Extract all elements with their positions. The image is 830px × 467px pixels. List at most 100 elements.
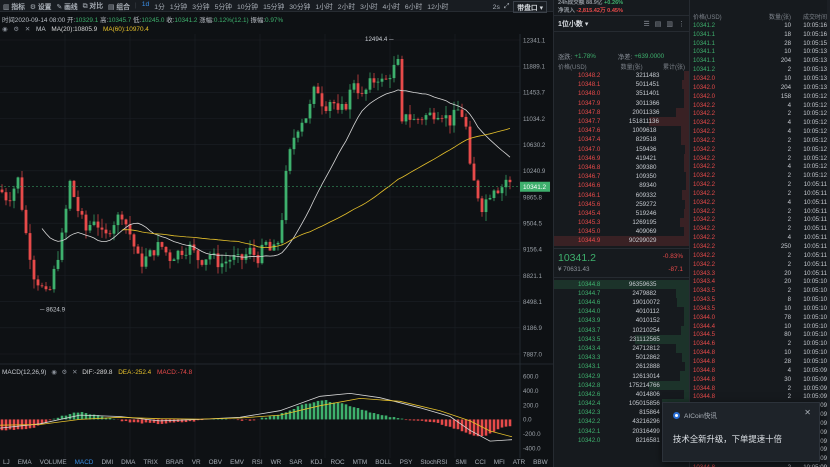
ma60-line [121,128,511,248]
indicator-tab-rsi[interactable]: RSI [252,459,263,466]
ask-row[interactable]: 10347.0 15 9436 [554,144,689,154]
ask-row[interactable]: 10347.8 200 11336 [554,107,689,117]
ask-row[interactable]: 10347.6 100 9618 [554,126,689,136]
interval-13[interactable]: 12小时 [427,1,448,11]
indicator-tab-dmi[interactable]: DMI [101,459,113,466]
interval-7[interactable]: 30分钟 [289,1,310,11]
indicator-tab-smi[interactable]: SMI [455,459,466,466]
book-both-icon[interactable]: ☰ [643,20,649,28]
bid-row[interactable]: 10344.0 40 10112 [554,307,689,317]
ask-row[interactable]: 10346.6 8 9340 [554,181,689,191]
bid-row[interactable]: 10343.7 102 10254 [554,325,689,335]
indicator-tab-dma[interactable]: DMA [121,459,135,466]
bid-row[interactable]: 10343.4 247 12812 [554,343,689,354]
indicator-tab-sar[interactable]: SAR [289,459,302,466]
interval-8[interactable]: 1小时 [315,1,332,11]
trade-row: 10342.2 2 10:05:12 [690,171,830,180]
interval-11[interactable]: 4小时 [383,1,400,11]
fullscreen-icon[interactable]: ⤢ [504,3,509,11]
interval-0[interactable]: 1d [142,1,150,11]
indicator-button[interactable]: ▥ 指标 [3,1,25,11]
indicator-tab-brar[interactable]: BRAR [166,459,184,466]
bid-row[interactable]: 10344.7 247 9882 [554,288,689,298]
close-icon[interactable]: ✕ [25,26,30,33]
indicator-tab-atr[interactable]: ATR [513,459,525,466]
indicator-tab-trix[interactable]: TRIX [143,459,158,466]
interval-12[interactable]: 6小时 [405,1,422,11]
indicator-tab-roc[interactable]: ROC [330,459,344,466]
indicator-tab-kdj[interactable]: KDJ [310,459,322,466]
trade-row: 10342.2 4 10:05:12 [690,163,830,172]
interval-1[interactable]: 1分 [154,1,165,11]
indicator-tab-mfi[interactable]: MFI [494,459,505,466]
book-bids-icon[interactable]: ▤ [655,20,662,28]
ask-row[interactable]: 10348.2 32 11483 [554,71,689,81]
kline-chart[interactable]: 12341.1 11889.1 11453.7 11034.2 10630.2 10240… [0,34,554,458]
ask-row[interactable]: 10348.0 35 11401 [554,89,689,99]
bid-row[interactable]: 10342.6 40 14806 [554,389,689,399]
candle-body [308,103,312,119]
ask-row[interactable]: 10348.1 50 11451 [554,80,689,90]
ask-row[interactable]: 10345.6 25 9272 [554,199,689,209]
bid-row[interactable]: 10343.9 40 10152 [554,316,689,326]
book-asks-icon[interactable]: ▥ [666,20,673,28]
ask-row[interactable]: 10346.1 60 9332 [554,190,689,200]
indicator-tab-obv[interactable]: OBV [209,459,223,466]
ask-row[interactable]: 10347.4 82 9518 [554,135,689,145]
ask-row[interactable]: 10345.0 40 9069 [554,227,689,237]
interval-10[interactable]: 3小时 [360,1,377,11]
bid-row[interactable]: 10343.3 50 12862 [554,353,689,363]
eye-icon[interactable]: ◉ [2,26,8,33]
mode-select[interactable]: 带盘口 ▾ [513,1,547,13]
close-icon[interactable]: ✕ [72,369,77,376]
settings-icon[interactable]: ⚙ [62,369,68,376]
news-toast[interactable]: AICoin快讯 ✕ 技术全新升级，下单提速十倍 [662,402,820,462]
indicator-tab-lj[interactable]: LJ [3,459,10,466]
interval-2[interactable]: 1分钟 [170,1,187,11]
last-price-tag-text: 10341.2 [523,184,547,191]
indicator-tab-stochrsi[interactable]: StochRSI [420,459,447,466]
interval-5[interactable]: 10分钟 [237,1,258,11]
ask-row[interactable]: 10346.9 41 9421 [554,153,689,163]
bid-row[interactable]: 10342.9 126 13014 [554,371,689,381]
ask-row[interactable]: 10346.8 30 9380 [554,162,689,173]
indicator-tab-mtm[interactable]: MTM [353,459,368,466]
ask-row[interactable]: 10347.9 30 11366 [554,98,689,108]
ask-row[interactable]: 10346.7 10 9350 [554,172,689,182]
precision-select[interactable]: 1位小数 ▾ [558,19,588,29]
settings-button[interactable]: ⚙ 设置 [30,1,52,11]
interval-9[interactable]: 2小时 [338,1,355,11]
indicator-tab-volume[interactable]: VOLUME [40,459,67,466]
indicator-tab-vr[interactable]: VR [192,459,201,466]
bid-row[interactable]: 10344.8 9635 9635 [554,279,689,289]
bid-row[interactable]: 10343.5 2311 12565 [554,334,689,344]
bid-row[interactable]: 10344.6 190 10072 [554,297,689,308]
ask-row[interactable]: 10344.9 9029 9029 [554,236,689,246]
settings-icon[interactable]: ⚙ [13,26,19,33]
eye-icon[interactable]: ◉ [51,369,57,376]
indicator-tab-boll[interactable]: BOLL [375,459,391,466]
ask-row[interactable]: 10345.3 126 9195 [554,218,689,228]
indicator-tab-psy[interactable]: PSY [400,459,413,466]
bid-row[interactable]: 10343.1 26 12888 [554,362,689,372]
indicator-tab-bbw[interactable]: BBW [533,459,548,466]
combo-button[interactable]: ▤ 组合 [108,1,130,11]
ask-row[interactable]: 10345.4 51 9246 [554,208,689,218]
indicator-tab-wr[interactable]: WR [271,459,282,466]
indicator-tab-ema[interactable]: EMA [18,459,32,466]
refresh-rate[interactable]: 2s [493,4,500,11]
ask-row[interactable]: 10347.7 1518 11136 [554,116,689,127]
close-icon[interactable]: ✕ [804,408,811,417]
interval-3[interactable]: 3分钟 [192,1,209,11]
interval-6[interactable]: 15分钟 [263,1,284,11]
trade-qty: 2 [787,384,791,392]
macd-bar [448,419,452,427]
menu-icon[interactable]: ⋮ [678,20,685,28]
compare-button[interactable]: ⧉ 对比 [83,0,103,11]
indicator-tab-cci[interactable]: CCI [475,459,486,466]
draw-button[interactable]: ✎ 画线 [56,1,77,11]
indicator-tab-macd[interactable]: MACD [75,459,94,466]
bid-row[interactable]: 10342.8 1752 14766 [554,380,689,390]
indicator-tab-emv[interactable]: EMV [230,459,244,466]
interval-4[interactable]: 5分钟 [215,1,232,11]
